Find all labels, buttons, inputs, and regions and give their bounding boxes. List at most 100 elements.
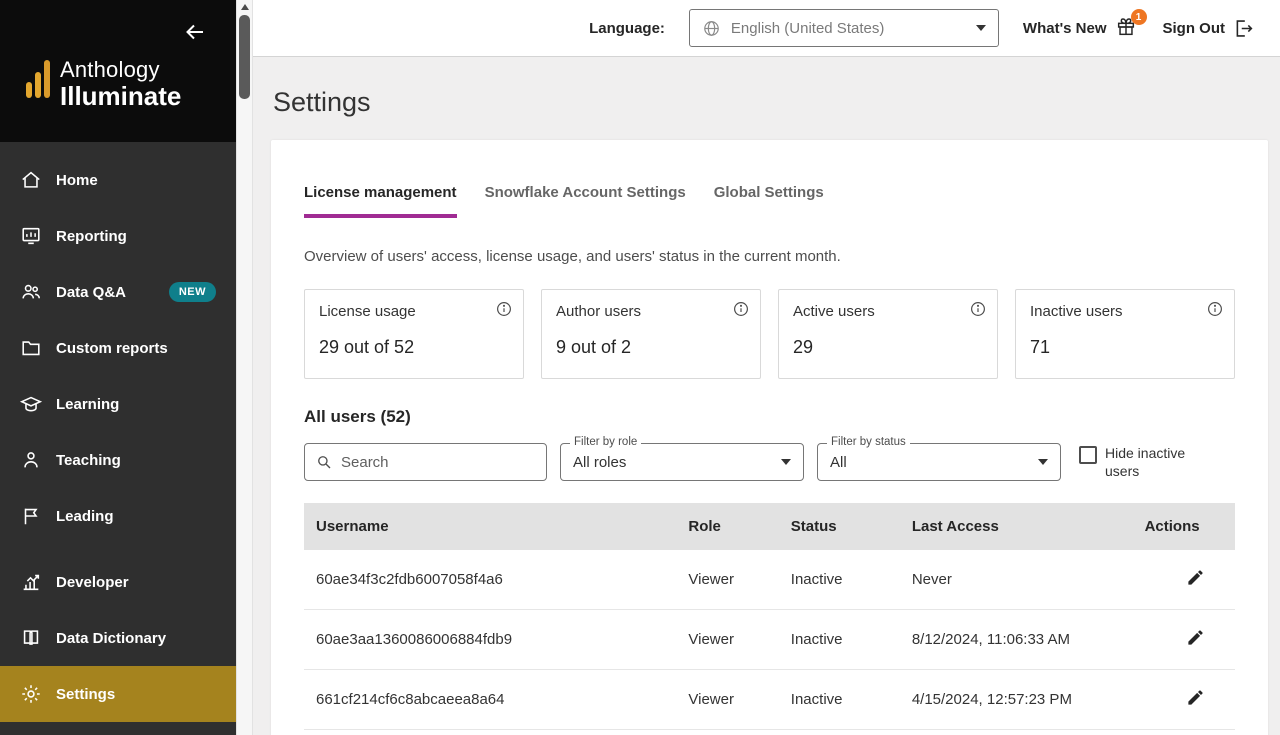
whats-new-count-badge: 1 xyxy=(1130,9,1147,25)
cell-username: 661cf214cf6c8abcaeea8a64 xyxy=(304,669,677,730)
chevron-down-icon xyxy=(781,459,791,465)
tab-snowflake-account-settings[interactable]: Snowflake Account Settings xyxy=(485,184,686,218)
sidebar-item-label: Reporting xyxy=(56,227,127,245)
stat-cards: License usage 29 out of 52 Author users … xyxy=(304,289,1235,379)
stat-card-license-usage: License usage 29 out of 52 xyxy=(304,289,524,379)
cell-status: Inactive xyxy=(778,550,900,610)
cell-role: Viewer xyxy=(676,669,779,730)
edit-user-button[interactable] xyxy=(1186,568,1205,590)
tab-license-management[interactable]: License management xyxy=(304,184,457,218)
cell-last-access: 4/15/2024, 12:57:23 PM xyxy=(899,669,1133,730)
cell-last-access: Never xyxy=(899,550,1133,610)
sidebar-item-reporting[interactable]: Reporting xyxy=(0,208,236,264)
book-icon xyxy=(20,627,42,649)
filter-status-legend: Filter by status xyxy=(827,436,910,448)
edit-user-button[interactable] xyxy=(1186,688,1205,710)
stat-card-inactive-users: Inactive users 71 xyxy=(1015,289,1235,379)
sidebar-item-developer[interactable]: Developer xyxy=(0,554,236,610)
pencil-icon xyxy=(1188,630,1203,645)
sidebar-item-data-qa[interactable]: Data Q&A NEW xyxy=(0,264,236,320)
table-row: 60ae3aa1360086006884fdb9 Viewer Inactive… xyxy=(304,609,1235,670)
stat-label: Author users xyxy=(556,303,642,320)
data-qa-icon xyxy=(20,281,42,303)
all-users-heading: All users (52) xyxy=(304,407,411,426)
flag-icon xyxy=(20,505,42,527)
sign-out-icon xyxy=(1236,19,1253,37)
reporting-icon xyxy=(20,225,42,247)
hide-inactive-checkbox[interactable] xyxy=(1079,445,1097,464)
brand-text: Anthology Illuminate xyxy=(60,57,181,111)
sidebar-item-custom-reports[interactable]: Custom reports xyxy=(0,320,236,376)
sidebar-item-label: Custom reports xyxy=(56,339,168,357)
stat-value: 9 out of 2 xyxy=(556,337,632,357)
brand-logo: Anthology Illuminate xyxy=(26,57,236,111)
learning-icon xyxy=(20,393,42,415)
sidebar-item-teaching[interactable]: Teaching xyxy=(0,432,236,488)
stat-value: 29 xyxy=(793,337,814,357)
info-icon[interactable] xyxy=(1206,300,1224,318)
overview-text: Overview of users' access, license usage… xyxy=(304,248,841,265)
sign-out-button[interactable]: Sign Out xyxy=(1163,18,1255,39)
stat-label: Active users xyxy=(793,303,875,320)
pencil-icon xyxy=(1188,570,1203,585)
column-header-status: Status xyxy=(790,518,837,535)
cell-last-access: 8/12/2024, 11:06:33 AM xyxy=(899,609,1133,670)
stat-label: Inactive users xyxy=(1030,303,1123,320)
column-header-username: Username xyxy=(316,518,389,535)
edit-user-button[interactable] xyxy=(1186,628,1205,650)
column-header-role: Role xyxy=(688,518,721,535)
sidebar-item-label: Home xyxy=(56,171,98,189)
folder-icon xyxy=(20,337,42,359)
scrollbar-up-arrow[interactable] xyxy=(241,4,249,10)
filter-by-role-select[interactable]: Filter by role All roles xyxy=(560,436,804,481)
cell-status: Inactive xyxy=(778,669,900,730)
info-icon[interactable] xyxy=(495,300,513,318)
filter-by-status-select[interactable]: Filter by status All xyxy=(817,436,1061,481)
sidebar-item-label: Settings xyxy=(56,685,116,703)
tab-global-settings[interactable]: Global Settings xyxy=(714,184,824,218)
table-row: 661cf214cf6c8abcaeea8a64 Viewer Inactive… xyxy=(304,669,1235,730)
hide-inactive-users-checkbox-wrap[interactable]: Hide inactive users xyxy=(1079,444,1201,480)
sidebar-item-home[interactable]: Home xyxy=(0,152,236,208)
filter-role-legend: Filter by role xyxy=(570,436,642,448)
info-icon[interactable] xyxy=(969,300,987,318)
anthology-logo-icon xyxy=(26,58,50,98)
filter-row: Filter by role All roles Filter by statu… xyxy=(304,436,1235,481)
filter-status-value: All xyxy=(830,453,847,471)
language-select[interactable]: English (United States) xyxy=(688,9,999,47)
sidebar-item-leading[interactable]: Leading xyxy=(0,488,236,544)
info-icon[interactable] xyxy=(732,300,750,318)
chevron-down-icon xyxy=(1038,459,1048,465)
chevron-down-icon xyxy=(975,25,986,31)
filter-role-value: All roles xyxy=(573,453,627,471)
developer-chart-icon xyxy=(20,571,42,593)
stat-card-active-users: Active users 29 xyxy=(778,289,998,379)
cell-username: 60ae34f3c2fdb6007058f4a6 xyxy=(304,550,677,610)
topbar: Language: English (United States) What's… xyxy=(253,0,1280,57)
stat-value: 71 xyxy=(1030,337,1051,357)
back-arrow-button[interactable] xyxy=(180,18,210,48)
teaching-icon xyxy=(20,449,42,471)
search-box xyxy=(304,443,547,481)
search-input[interactable] xyxy=(341,453,536,471)
sidebar-item-label: Data Dictionary xyxy=(56,629,167,647)
vertical-scrollbar[interactable] xyxy=(236,0,253,735)
table-row: 60ae34f3c2fdb6007058f4a6 Viewer Inactive… xyxy=(304,550,1235,610)
sidebar-item-learning[interactable]: Learning xyxy=(0,376,236,432)
main-area: Language: English (United States) What's… xyxy=(253,0,1280,735)
cell-status: Inactive xyxy=(778,609,900,670)
new-badge: NEW xyxy=(168,282,216,302)
sidebar-item-data-dictionary[interactable]: Data Dictionary xyxy=(0,610,236,666)
page-title: Settings xyxy=(273,87,371,117)
sidebar-header: Anthology Illuminate xyxy=(0,0,236,142)
back-arrow-icon xyxy=(186,24,203,39)
sidebar-item-settings[interactable]: Settings xyxy=(0,666,236,722)
brand-line1: Anthology xyxy=(60,57,160,82)
whats-new-label: What's New xyxy=(1022,19,1107,37)
language-label: Language: xyxy=(589,19,665,37)
whats-new-link[interactable]: What's New 1 xyxy=(1022,9,1147,40)
scrollbar-thumb[interactable] xyxy=(239,15,250,99)
stat-label: License usage xyxy=(319,303,416,320)
pencil-icon xyxy=(1188,690,1203,705)
column-header-last-access: Last Access xyxy=(911,518,999,535)
